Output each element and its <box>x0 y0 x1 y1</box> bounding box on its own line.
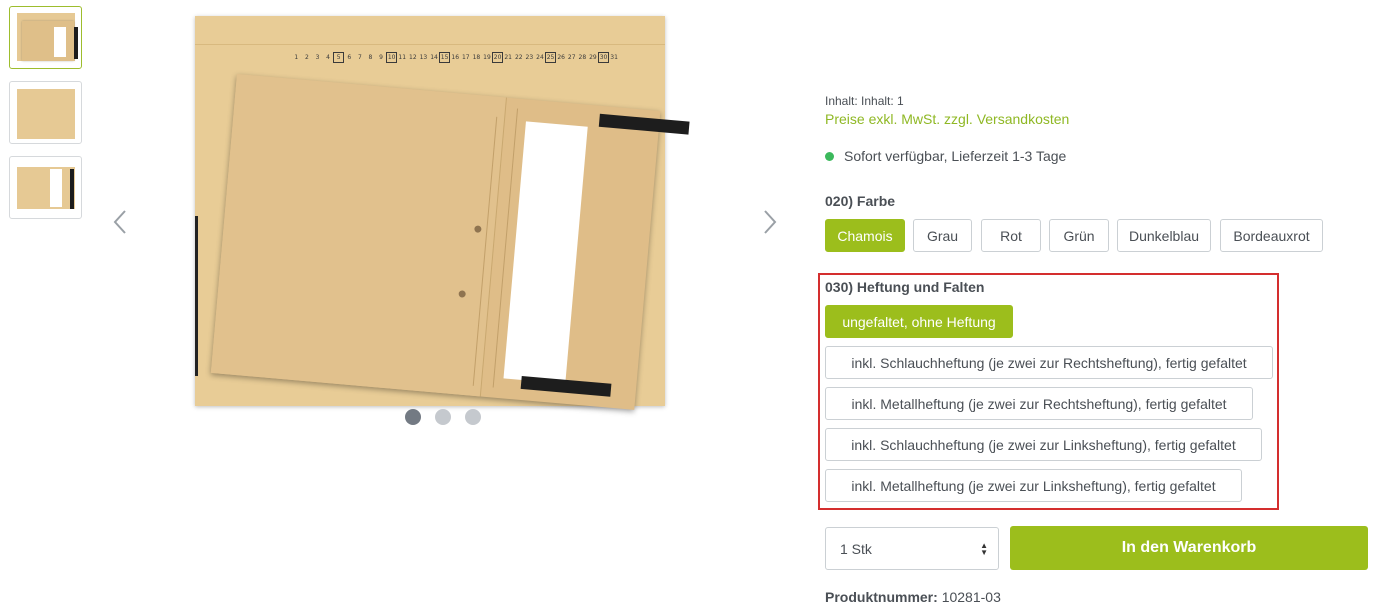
availability-text: Sofort verfügbar, Lieferzeit 1-3 Tage <box>844 148 1067 164</box>
index-number: 13 <box>419 54 428 61</box>
index-number: 15 <box>439 52 450 63</box>
index-number: 29 <box>589 54 597 61</box>
index-number: 23 <box>525 54 534 61</box>
product-number-label: Produktnummer: <box>825 589 938 605</box>
index-number: 31 <box>610 54 618 61</box>
binding-option-hose-left[interactable]: inkl. Schlauchheftung (je zwei zur Links… <box>825 428 1262 461</box>
gallery-dot-2[interactable] <box>435 409 451 425</box>
gallery-thumbnail-1[interactable] <box>9 6 82 69</box>
index-number: 14 <box>430 54 438 61</box>
folder-index-row: 1 2 3 4 5 6 7 8 9 10 11 12 13 14 15 16 17 18 19 20 21 22 23 24 2… <box>291 52 619 63</box>
index-number: 25 <box>545 52 556 63</box>
binding-option-metal-left[interactable]: inkl. Metallheftung (je zwei zur Linkshe… <box>825 469 1242 502</box>
index-number: 22 <box>514 54 523 61</box>
color-option-dunkelblau[interactable]: Dunkelblau <box>1117 219 1211 252</box>
index-number: 20 <box>492 52 503 63</box>
punch-hole <box>474 225 482 233</box>
thumbnail-image-bar <box>74 27 78 59</box>
select-caret-icon: ▲ ▼ <box>980 541 988 557</box>
binding-option-metal-right[interactable]: inkl. Metallheftung (je zwei zur Rechtsh… <box>825 387 1253 420</box>
index-number: 30 <box>598 52 609 63</box>
gallery-thumbnail-2[interactable] <box>9 81 82 144</box>
folder-front-cover <box>210 74 507 397</box>
thumbnail-image-front <box>22 21 74 61</box>
thumbnail-image <box>17 167 75 209</box>
index-number: 1 <box>294 54 299 61</box>
color-option-grau[interactable]: Grau <box>913 219 972 252</box>
index-number: 16 <box>451 54 460 61</box>
quantity-select[interactable]: 1 Stk ▲ ▼ <box>825 527 999 570</box>
index-number: 21 <box>504 54 512 61</box>
product-number-value: 10281-03 <box>941 589 1001 605</box>
color-option-chamois[interactable]: Chamois <box>825 219 905 252</box>
gallery-dot-3[interactable] <box>465 409 481 425</box>
punch-hole <box>458 290 466 298</box>
black-bar <box>520 375 612 397</box>
folder-strip <box>195 44 665 45</box>
availability-dot-icon <box>825 151 834 161</box>
index-number: 3 <box>315 54 320 61</box>
folder-edge-stripe <box>195 216 198 376</box>
thumbnail-image <box>17 89 75 139</box>
index-number: 4 <box>326 54 330 61</box>
gallery-dots <box>405 409 481 425</box>
fold-line <box>472 116 498 386</box>
content-label: Inhalt: Inhalt: 1 <box>825 94 904 108</box>
index-number: 6 <box>347 54 352 61</box>
index-number: 5 <box>333 52 344 63</box>
product-number: Produktnummer: 10281-03 <box>825 589 1001 605</box>
chevron-right-icon <box>764 210 777 234</box>
gallery-dot-1[interactable] <box>405 409 421 425</box>
availability-status: Sofort verfügbar, Lieferzeit 1-3 Tage <box>825 148 1066 164</box>
color-group-label: 020) Farbe <box>825 193 896 209</box>
index-number: 19 <box>483 54 491 61</box>
gallery-next-arrow[interactable] <box>760 205 780 239</box>
gallery-thumbnail-3[interactable] <box>9 156 82 219</box>
binding-option-hose-right[interactable]: inkl. Schlauchheftung (je zwei zur Recht… <box>825 346 1273 379</box>
binding-group-label: 030) Heftung und Falten <box>825 279 985 295</box>
index-number: 8 <box>368 54 373 61</box>
binding-option-unfolded[interactable]: ungefaltet, ohne Heftung <box>825 305 1013 338</box>
folder-front-image <box>210 74 690 410</box>
index-number: 11 <box>398 54 407 61</box>
index-number: 27 <box>567 54 576 61</box>
add-to-cart-button[interactable]: In den Warenkorb <box>1010 526 1368 570</box>
index-number: 26 <box>557 54 565 61</box>
price-note-link[interactable]: Preise exkl. MwSt. zzgl. Versandkosten <box>825 111 1069 127</box>
color-option-rot[interactable]: Rot <box>981 219 1041 252</box>
thumbnail-image-sheet <box>54 27 66 57</box>
index-number: 12 <box>409 54 417 61</box>
index-number: 28 <box>578 54 587 61</box>
index-number: 10 <box>386 52 397 63</box>
index-number: 24 <box>536 54 544 61</box>
index-number: 18 <box>472 54 481 61</box>
index-number: 17 <box>461 54 470 61</box>
index-number: 2 <box>304 54 309 61</box>
gallery-prev-arrow[interactable] <box>112 205 132 239</box>
color-option-bordeauxrot[interactable]: Bordeauxrot <box>1220 219 1323 252</box>
quantity-value: 1 Stk <box>840 540 872 557</box>
main-product-image: 1 2 3 4 5 6 7 8 9 10 11 12 13 14 15 16 17 18 19 20 21 22 23 24 2… <box>192 16 712 416</box>
index-number: 9 <box>379 54 383 61</box>
chevron-left-icon <box>113 210 126 234</box>
thumbnail-image-bar <box>70 169 74 209</box>
black-bar <box>598 113 690 135</box>
index-number: 7 <box>357 54 362 61</box>
white-sheet <box>503 121 588 384</box>
thumbnail-image-sheet <box>50 169 62 207</box>
color-option-gruen[interactable]: Grün <box>1049 219 1109 252</box>
